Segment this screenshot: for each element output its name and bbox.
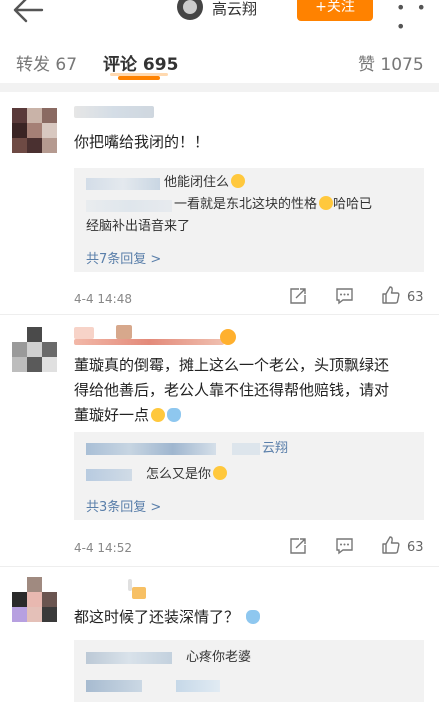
comment-icon[interactable] bbox=[335, 287, 354, 305]
tab-reposts[interactable]: 转发 67 bbox=[16, 50, 77, 75]
active-tab-indicator bbox=[110, 73, 168, 80]
grin-emoji-icon bbox=[231, 174, 246, 188]
comment-item: 董璇真的倒霉，摊上这么一个老公，头顶飘绿还 得给他善后，老公人靠不住还得帮他赔钱… bbox=[0, 315, 439, 565]
reply-text: 心疼你老婆 bbox=[186, 650, 252, 665]
wink-emoji-icon bbox=[213, 466, 228, 480]
comment-text: 你把嘴给我闭的！！ bbox=[74, 133, 210, 151]
reply-text: 经脑补出语音来了 bbox=[86, 219, 191, 234]
comment-date: 4-4 14:48 bbox=[74, 292, 132, 306]
blurred-username bbox=[74, 106, 154, 118]
user-name[interactable]: 高云翔 bbox=[212, 0, 257, 19]
blurred-username bbox=[74, 339, 224, 345]
like-icon[interactable] bbox=[381, 285, 401, 305]
comment-text: 都这时候了还装深情了？ bbox=[74, 605, 424, 630]
smile-emoji-icon bbox=[151, 408, 166, 422]
more-options-icon[interactable]: • • • bbox=[396, 0, 439, 36]
reply-author[interactable]: 云翔 bbox=[262, 438, 288, 460]
back-arrow-icon[interactable] bbox=[12, 0, 46, 24]
reply-text: 他能闭住么 bbox=[164, 172, 246, 194]
blurred-username bbox=[86, 200, 172, 212]
cold-sweat-emoji-icon bbox=[167, 408, 182, 422]
blurred-username bbox=[232, 443, 260, 455]
reply-box[interactable]: 他能闭住么 一看就是东北这块的性格 哈哈已 经脑补出语音来了 共7条回复 > bbox=[74, 168, 424, 272]
comment-item: 你把嘴给我闭的！！ 他能闭住么 一看就是东北这块的性格 哈哈已 经脑补出语音来了 … bbox=[0, 92, 439, 312]
avatar[interactable] bbox=[12, 108, 57, 153]
more-replies-link[interactable]: 共7条回复 > bbox=[86, 248, 161, 267]
reply-box[interactable]: 心疼你老婆 bbox=[74, 640, 424, 702]
repost-icon[interactable] bbox=[289, 287, 307, 305]
heart-eyes-emoji-icon bbox=[220, 329, 236, 345]
follow-button[interactable]: +关注 bbox=[297, 0, 373, 21]
comment-date: 4-4 14:52 bbox=[74, 541, 132, 555]
blurred-username bbox=[86, 469, 132, 481]
like-count: 63 bbox=[407, 290, 424, 305]
comment-item: 都这时候了还装深情了？ 心疼你老婆 bbox=[0, 567, 439, 702]
blurred-username bbox=[86, 178, 160, 190]
comment-text: 董璇真的倒霉，摊上这么一个老公，头顶飘绿还 得给他善后，老公人靠不住还得帮他赔钱… bbox=[74, 356, 390, 424]
more-replies-link[interactable]: 共3条回复 > bbox=[86, 496, 161, 515]
laugh-cry-emoji-icon bbox=[319, 196, 334, 210]
top-bar: 高云翔 +关注 • • • bbox=[0, 0, 439, 36]
blurred-username bbox=[74, 327, 94, 339]
blurred-username bbox=[86, 443, 216, 455]
blurred-username bbox=[86, 680, 142, 692]
tab-comments[interactable]: 评论 695 bbox=[103, 50, 178, 75]
blurred-username bbox=[86, 652, 172, 664]
reply-text: 一看就是东北这块的性格 哈哈已 bbox=[174, 196, 373, 212]
section-separator bbox=[0, 83, 439, 92]
repost-icon[interactable] bbox=[289, 537, 307, 555]
reply-box[interactable]: 云翔 怎么又是你 共3条回复 > bbox=[74, 432, 424, 520]
tab-likes[interactable]: 赞 1075 bbox=[358, 50, 424, 75]
avatar[interactable] bbox=[177, 0, 203, 20]
like-count: 63 bbox=[407, 540, 424, 555]
avatar[interactable] bbox=[12, 327, 57, 372]
tab-bar: 转发 67 评论 695 赞 1075 bbox=[0, 42, 439, 82]
cold-sweat-emoji-icon bbox=[245, 610, 260, 624]
avatar[interactable] bbox=[12, 577, 57, 622]
blurred-username bbox=[176, 680, 220, 692]
blurred-username bbox=[116, 325, 132, 339]
like-icon[interactable] bbox=[381, 535, 401, 555]
blurred-username bbox=[132, 587, 146, 599]
reply-text: 怎么又是你 bbox=[146, 464, 228, 486]
comment-icon[interactable] bbox=[335, 537, 354, 555]
